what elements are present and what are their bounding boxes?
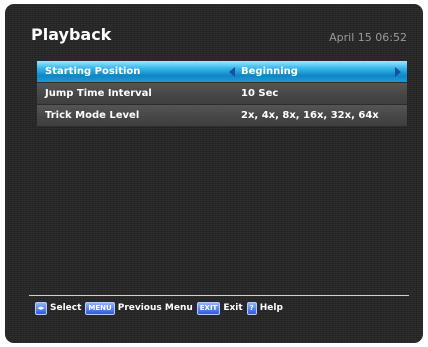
menu-item-jump-time-interval[interactable]: Jump Time Interval 10 Sec — [37, 83, 407, 104]
menu-item-label: Trick Mode Level — [45, 110, 140, 121]
left-arrow-icon[interactable] — [229, 67, 235, 77]
menu-item-trick-mode-level[interactable]: Trick Mode Level 2x, 4x, 8x, 16x, 32x, 6… — [37, 105, 407, 126]
footer-divider — [29, 295, 409, 296]
date-time: April 15 06:52 — [329, 31, 407, 44]
menu-item-value: 2x, 4x, 8x, 16x, 32x, 64x — [241, 110, 379, 121]
help-key-icon: ? — [246, 301, 257, 315]
help-hint: Help — [259, 303, 283, 313]
menu-item-label: Jump Time Interval — [45, 88, 152, 99]
settings-menu: Starting Position Beginning Jump Time In… — [37, 61, 407, 127]
select-hint: Select — [50, 303, 82, 313]
previous-menu-hint: Previous Menu — [117, 303, 193, 313]
left-right-arrows-icon: ◂▸ — [35, 301, 47, 315]
menu-key-icon: MENU — [85, 301, 115, 315]
menu-item-value: 10 Sec — [241, 88, 279, 99]
right-arrow-icon[interactable] — [395, 67, 401, 77]
help-bar: ◂▸ Select MENU Previous Menu EXIT Exit ?… — [35, 301, 287, 315]
menu-item-label: Starting Position — [45, 66, 141, 77]
tv-screen: Playback April 15 06:52 Starting Positio… — [5, 4, 423, 343]
menu-item-value: Beginning — [241, 66, 298, 77]
exit-key-icon: EXIT — [196, 301, 221, 315]
page-title: Playback — [31, 25, 112, 44]
menu-item-starting-position[interactable]: Starting Position Beginning — [37, 61, 407, 82]
exit-hint: Exit — [223, 303, 243, 313]
